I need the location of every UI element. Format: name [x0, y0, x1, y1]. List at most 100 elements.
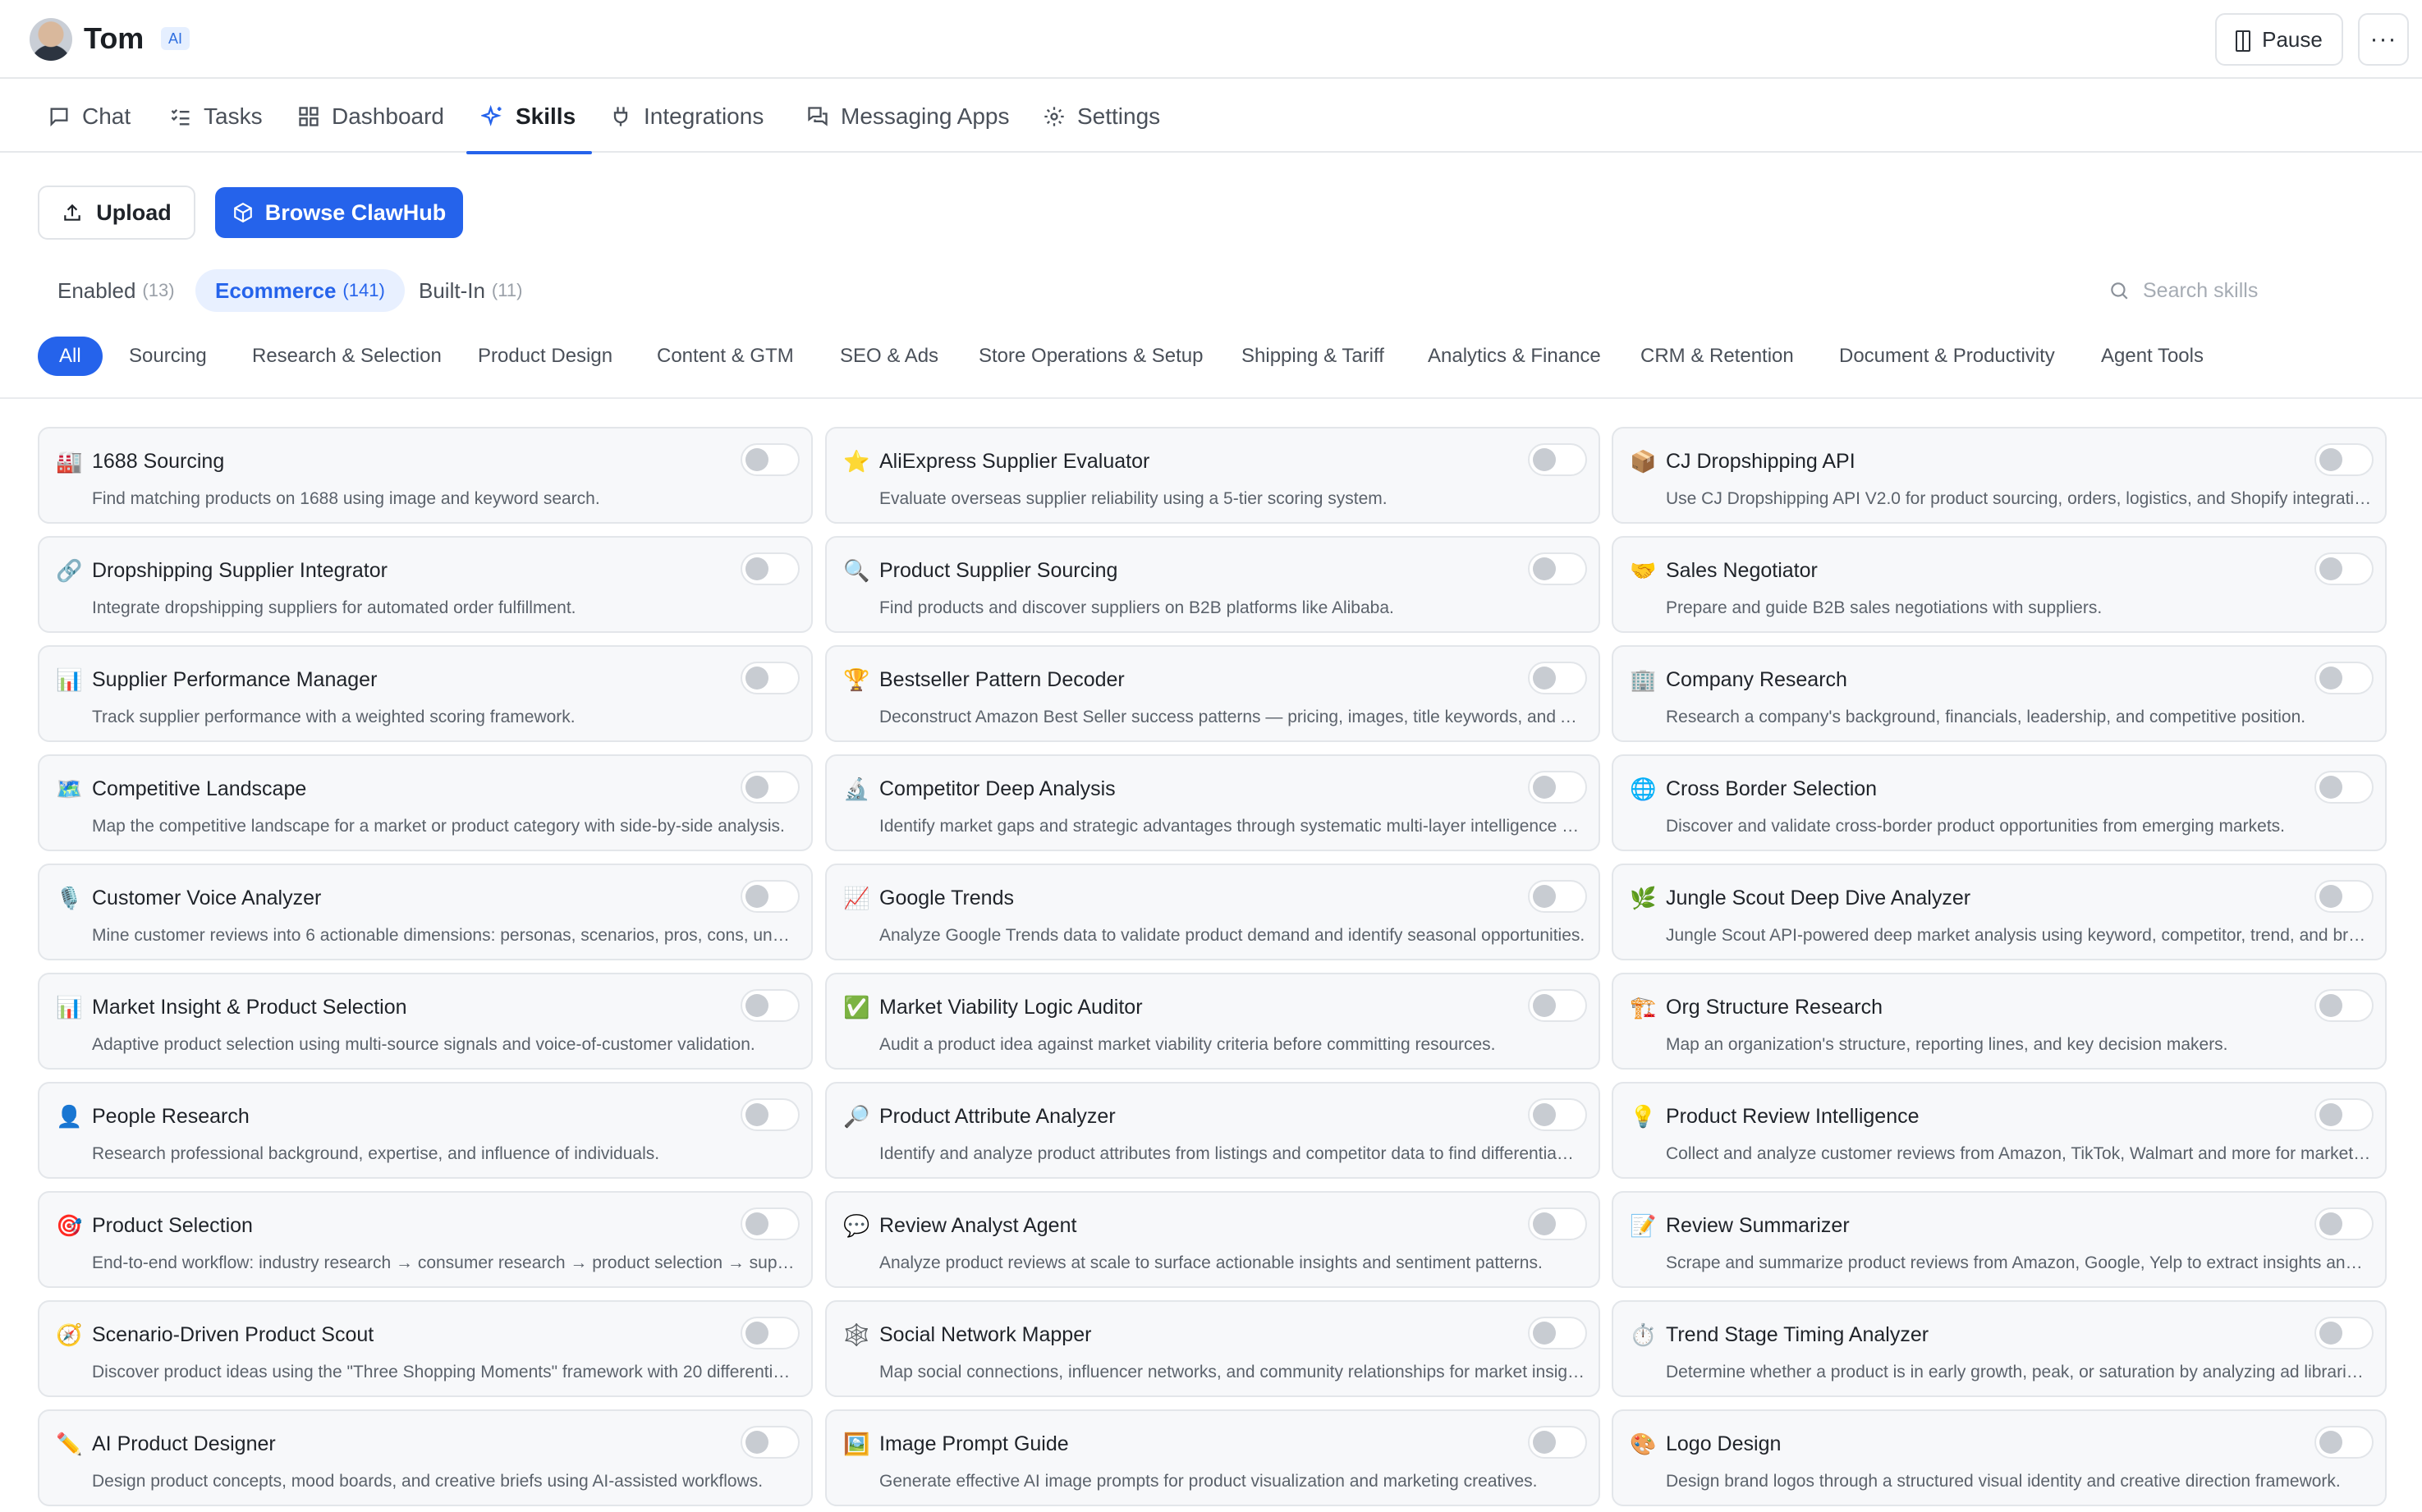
category-chip-analytics-finance[interactable]: Analytics & Finance	[1428, 337, 1601, 376]
skill-card[interactable]: 🌐 Cross Border Selection Discover and vali…	[1612, 754, 2387, 851]
skill-card[interactable]: 🕸️ Social Network Mapper Map social connec…	[825, 1300, 1600, 1397]
skill-card[interactable]: 🏗️ Org Structure Research Map an organizat…	[1612, 973, 2387, 1070]
skill-card[interactable]: ✏️ AI Product Designer Design product conc…	[38, 1409, 813, 1506]
skill-toggle[interactable]	[1528, 1098, 1587, 1131]
skill-card[interactable]: 🔍 Product Supplier Sourcing Find products …	[825, 536, 1600, 633]
browse-label: Browse ClawHub	[264, 199, 447, 225]
skill-toggle[interactable]	[1528, 1317, 1587, 1349]
skill-toggle[interactable]	[1528, 443, 1587, 476]
category-chip-document-productivity[interactable]: Document & Productivity	[1839, 337, 2055, 376]
category-chip-seo-ads[interactable]: SEO & Ads	[840, 337, 938, 376]
category-chip-research-selection[interactable]: Research & Selection	[252, 337, 442, 376]
tab-messaging-apps[interactable]: Messaging Apps	[806, 80, 1009, 153]
skill-card[interactable]: 💬 Review Analyst Agent Analyze product rev…	[825, 1191, 1600, 1288]
skill-toggle[interactable]	[741, 662, 800, 694]
skill-card[interactable]: 📊 Market Insight & Product Selection Adapt…	[38, 973, 813, 1070]
skill-card[interactable]: 🖼️ Image Prompt Guide Generate effective A…	[825, 1409, 1600, 1506]
skill-card[interactable]: 🎯 Product Selection End-to-end workflow: i…	[38, 1191, 813, 1288]
skill-card[interactable]: ⭐ AliExpress Supplier Evaluator Evaluate o…	[825, 427, 1600, 524]
skill-toggle[interactable]	[2314, 771, 2374, 804]
scope-tab-built-in[interactable]: Built-In (11)	[399, 269, 542, 312]
category-chip-crm-retention[interactable]: CRM & Retention	[1640, 337, 1794, 376]
skill-toggle[interactable]	[2314, 989, 2374, 1022]
skill-description: Map an organization's structure, reporti…	[1666, 1035, 2228, 1054]
skill-card[interactable]: 🧭 Scenario-Driven Product Scout Discover p…	[38, 1300, 813, 1397]
scope-count: (13)	[142, 280, 175, 300]
tab-chat[interactable]: Chat	[48, 80, 131, 153]
scope-tab-enabled[interactable]: Enabled (13)	[38, 269, 195, 312]
skill-card[interactable]: 🔬 Competitor Deep Analysis Identify market…	[825, 754, 1600, 851]
more-options-button[interactable]: ···	[2358, 13, 2409, 66]
skill-toggle[interactable]	[2314, 662, 2374, 694]
skill-toggle[interactable]	[1528, 1207, 1587, 1240]
category-chip-store-operations-setup[interactable]: Store Operations & Setup	[979, 337, 1204, 376]
skill-toggle[interactable]	[741, 443, 800, 476]
tab-skills[interactable]: Skills	[466, 80, 593, 154]
tab-settings[interactable]: Settings	[1043, 80, 1160, 153]
category-chip-all[interactable]: All	[38, 337, 103, 376]
skill-toggle[interactable]	[1528, 552, 1587, 585]
agent-avatar[interactable]	[30, 18, 72, 61]
skill-icon: 📦	[1630, 449, 1657, 474]
skill-toggle[interactable]	[2314, 880, 2374, 913]
skill-toggle[interactable]	[1528, 880, 1587, 913]
skill-toggle[interactable]	[741, 1317, 800, 1349]
skill-card[interactable]: 🔗 Dropshipping Supplier Integrator Integra…	[38, 536, 813, 633]
skill-toggle[interactable]	[741, 1426, 800, 1459]
tab-dashboard[interactable]: Dashboard	[297, 80, 444, 153]
skill-card[interactable]: 📈 Google Trends Analyze Google Trends data…	[825, 864, 1600, 960]
skill-card[interactable]: 💡 Product Review Intelligence Collect and …	[1612, 1082, 2387, 1179]
skill-icon: 📊	[56, 667, 83, 692]
category-chip-shipping-tariff[interactable]: Shipping & Tariff	[1241, 337, 1384, 376]
skill-card[interactable]: 🏢 Company Research Research a company's ba…	[1612, 645, 2387, 742]
skill-card[interactable]: ✅ Market Viability Logic Auditor Audit a p…	[825, 973, 1600, 1070]
skill-toggle[interactable]	[1528, 1426, 1587, 1459]
skill-icon: 🧭	[56, 1322, 83, 1347]
category-chip-product-design[interactable]: Product Design	[478, 337, 612, 376]
skill-toggle[interactable]	[1528, 989, 1587, 1022]
skill-card[interactable]: 🔎 Product Attribute Analyzer Identify and …	[825, 1082, 1600, 1179]
skill-title: Market Viability Logic Auditor	[879, 996, 1143, 1019]
skill-card[interactable]: 🏆 Bestseller Pattern Decoder Deconstruct A…	[825, 645, 1600, 742]
search-placeholder[interactable]: Search skills	[2143, 279, 2258, 303]
tab-integrations[interactable]: Integrations	[609, 80, 764, 153]
skill-toggle[interactable]	[741, 552, 800, 585]
skill-card[interactable]: 🌿 Jungle Scout Deep Dive Analyzer Jungle S…	[1612, 864, 2387, 960]
upload-button[interactable]: Upload	[38, 186, 195, 240]
skill-card[interactable]: 🤝 Sales Negotiator Prepare and guide B2B s…	[1612, 536, 2387, 633]
search-skills[interactable]: Search skills	[2108, 273, 2355, 309]
skill-toggle[interactable]	[2314, 552, 2374, 585]
skill-toggle[interactable]	[741, 989, 800, 1022]
category-chip-agent-tools[interactable]: Agent Tools	[2101, 337, 2204, 376]
browse-clawhub-button[interactable]: Browse ClawHub	[215, 187, 463, 238]
skill-card[interactable]: 🎨 Logo Design Design brand logos through a…	[1612, 1409, 2387, 1506]
tab-tasks[interactable]: Tasks	[169, 80, 263, 153]
skill-card[interactable]: 🎙️ Customer Voice Analyzer Mine customer r…	[38, 864, 813, 960]
skill-toggle[interactable]	[1528, 662, 1587, 694]
skill-toggle[interactable]	[2314, 1317, 2374, 1349]
skill-toggle[interactable]	[2314, 443, 2374, 476]
skill-card[interactable]: 👤 People Research Research professional ba…	[38, 1082, 813, 1179]
skill-card[interactable]: 🏭 1688 Sourcing Find matching products on …	[38, 427, 813, 524]
skill-title: AI Product Designer	[92, 1432, 276, 1455]
skill-icon: 👤	[56, 1104, 83, 1129]
skill-card[interactable]: 🗺️ Competitive Landscape Map the competiti…	[38, 754, 813, 851]
skill-toggle[interactable]	[741, 1098, 800, 1131]
skill-card[interactable]: ⏱️ Trend Stage Timing Analyzer Determine w…	[1612, 1300, 2387, 1397]
skill-description: Jungle Scout API-powered deep market ana…	[1666, 926, 2372, 945]
category-chip-content-gtm[interactable]: Content & GTM	[657, 337, 794, 376]
skill-toggle[interactable]	[2314, 1426, 2374, 1459]
skill-card[interactable]: 📦 CJ Dropshipping API Use CJ Dropshipping …	[1612, 427, 2387, 524]
skill-card[interactable]: 📊 Supplier Performance Manager Track suppl…	[38, 645, 813, 742]
skill-title: Review Summarizer	[1666, 1214, 1850, 1237]
skill-toggle[interactable]	[2314, 1207, 2374, 1240]
scope-tab-ecommerce[interactable]: Ecommerce (141)	[195, 269, 405, 312]
skill-toggle[interactable]	[2314, 1098, 2374, 1131]
category-chip-sourcing[interactable]: Sourcing	[129, 337, 207, 376]
pause-button[interactable]: Pause	[2215, 13, 2343, 66]
skill-toggle[interactable]	[741, 771, 800, 804]
skill-toggle[interactable]	[741, 1207, 800, 1240]
skill-toggle[interactable]	[1528, 771, 1587, 804]
skill-card[interactable]: 📝 Review Summarizer Scrape and summarize p…	[1612, 1191, 2387, 1288]
skill-toggle[interactable]	[741, 880, 800, 913]
